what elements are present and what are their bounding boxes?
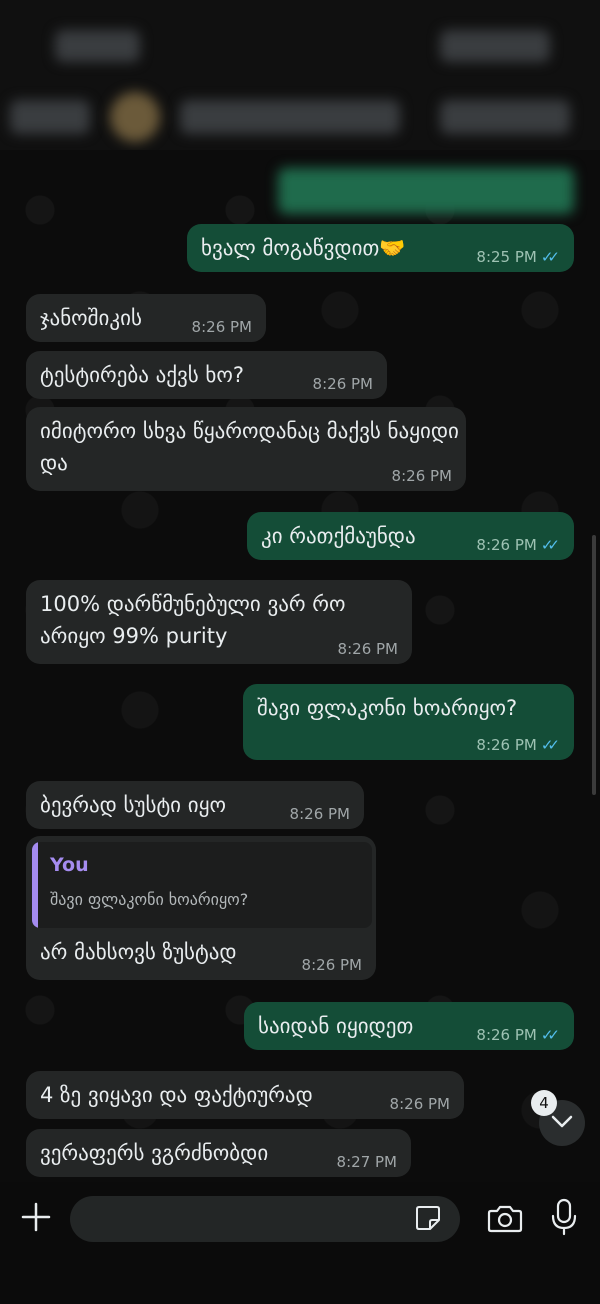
message-bubble[interactable]: კი რათქმაუნდა 8:26 PM ✓✓: [247, 512, 574, 560]
blurred-time: [55, 30, 140, 62]
message-text: 4 ზე ვიყავი და ფაქტიურად: [40, 1083, 313, 1107]
message-text: ჯანოშიკის: [40, 306, 142, 330]
message-time: 8:26 PM: [289, 805, 350, 823]
message-time: 8:26 PM: [476, 1026, 537, 1044]
read-receipt-icon: ✓✓: [540, 248, 560, 266]
message-bubble[interactable]: 4 ზე ვიყავი და ფაქტიურად 8:26 PM: [26, 1071, 464, 1119]
message-time: 8:26 PM: [312, 375, 373, 393]
unread-count-badge: 4: [531, 1090, 557, 1116]
chat-header[interactable]: [0, 90, 600, 150]
blurred-status-icons: [440, 30, 550, 62]
read-receipt-icon: ✓✓: [540, 1026, 560, 1044]
message-bubble[interactable]: საიდან იყიდეთ 8:26 PM ✓✓: [244, 1002, 574, 1050]
quote-accent-bar: [32, 842, 38, 928]
message-time: 8:26 PM: [391, 467, 452, 485]
message-input[interactable]: [70, 1196, 460, 1242]
message-time: 8:27 PM: [336, 1153, 397, 1171]
message-time: 8:26 PM: [476, 736, 537, 754]
message-time: 8:26 PM: [191, 318, 252, 336]
message-text: ვერაფერს ვგრძნობდი: [40, 1141, 269, 1165]
call-icons[interactable]: [440, 100, 570, 134]
message-text: ბევრად სუსტი იყო: [40, 793, 226, 817]
message-bubble[interactable]: ვერაფერს ვგრძნობდი 8:27 PM: [26, 1129, 411, 1177]
message-text: ხვალ მოგაწვდით🤝: [201, 236, 406, 260]
message-text: საიდან იყიდეთ: [258, 1014, 414, 1038]
chevron-down-icon: [551, 1114, 573, 1133]
message-text: შავი ფლაკონი ხოარიყო?: [257, 696, 518, 720]
message-text: არ მახსოვს ზუსტად: [40, 940, 237, 964]
quoted-message[interactable]: You შავი ფლაკონი ხოარიყო?: [32, 842, 372, 928]
sticker-button[interactable]: [410, 1202, 446, 1238]
plus-icon: [20, 1201, 52, 1237]
read-receipt-icon: ✓✓: [540, 536, 560, 554]
back-button[interactable]: [10, 100, 90, 134]
camera-button[interactable]: [484, 1200, 526, 1240]
message-text: კი რათქმაუნდა: [261, 524, 416, 548]
message-bubble[interactable]: ჯანოშიკის 8:26 PM: [26, 294, 266, 342]
quote-text: შავი ფლაკონი ხოარიყო?: [50, 890, 249, 909]
message-time: 8:25 PM: [476, 248, 537, 266]
avatar[interactable]: [110, 92, 160, 142]
message-bubble[interactable]: შავი ფლაკონი ხოარიყო? 8:26 PM ✓✓: [243, 684, 574, 760]
message-bubble[interactable]: იმიტორო სხვა წყაროდანაც მაქვს ნაყიდი და …: [26, 407, 466, 491]
message-bubble[interactable]: ბევრად სუსტი იყო 8:26 PM: [26, 781, 364, 829]
message-bubble[interactable]: ტესტირება აქვს ხო? 8:26 PM: [26, 351, 387, 399]
quote-author: You: [50, 854, 89, 876]
compose-bar: [0, 1182, 600, 1304]
message-time: 8:26 PM: [476, 536, 537, 554]
message-bubble[interactable]: ხვალ მოგაწვდით🤝 8:25 PM ✓✓: [187, 224, 574, 272]
camera-icon: [487, 1203, 523, 1237]
sticker-icon: [414, 1204, 442, 1236]
voice-message-button[interactable]: [544, 1196, 584, 1242]
scrollbar[interactable]: [592, 535, 596, 795]
message-text: ტესტირება აქვს ხო?: [40, 363, 245, 387]
microphone-icon: [551, 1198, 577, 1240]
status-bar: [0, 0, 600, 90]
message-time: 8:26 PM: [389, 1095, 450, 1113]
read-receipt-icon: ✓✓: [540, 736, 560, 754]
message-bubble[interactable]: 100% დარწმუნებული ვარ რო არიყო 99% purit…: [26, 580, 412, 664]
blurred-message: [278, 168, 574, 214]
message-time: 8:26 PM: [301, 956, 362, 974]
message-time: 8:26 PM: [337, 640, 398, 658]
attach-button[interactable]: [14, 1196, 58, 1242]
contact-name[interactable]: [180, 100, 400, 134]
